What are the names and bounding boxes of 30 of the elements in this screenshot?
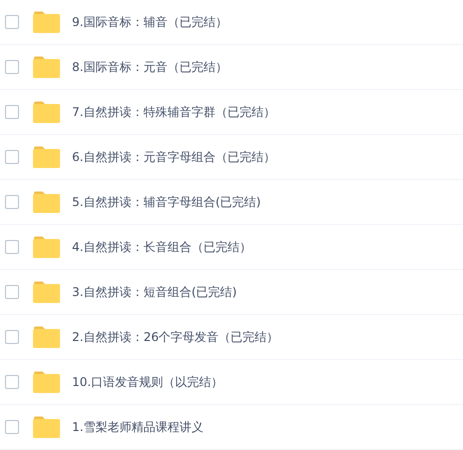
checkbox[interactable] [5,420,19,434]
folder-name[interactable]: 3.自然拼读：短音组合(已完结) [72,284,237,300]
folder-icon [33,371,60,393]
checkbox[interactable] [5,375,19,389]
folder-name[interactable]: 4.自然拼读：长音组合（已完结） [72,238,252,256]
folder-icon [33,236,60,258]
folder-icon [33,416,60,438]
checkbox[interactable] [5,150,19,164]
checkbox[interactable] [5,285,19,299]
folder-name[interactable]: 10.口语发音规则（以完结） [72,374,224,390]
folder-name[interactable]: 8.国际音标：元音（已完结） [72,58,228,76]
folder-name[interactable]: 9.国际音标：辅音（已完结） [72,14,228,30]
checkbox[interactable] [5,105,19,119]
folder-icon [33,146,60,168]
folder-icon [33,56,60,78]
checkbox[interactable] [5,195,19,209]
checkbox[interactable] [5,330,19,344]
folder-icon [33,326,60,348]
checkbox[interactable] [5,240,19,254]
folder-icon [33,11,60,33]
folder-icon [33,281,60,303]
folder-name[interactable]: 2.自然拼读：26个字母发音（已完结） [72,328,279,346]
checkbox[interactable] [5,60,19,74]
folder-name[interactable]: 6.自然拼读：元音字母组合（已完结） [72,148,276,166]
folder-name[interactable]: 1.雪梨老师精品课程讲义 [72,418,204,436]
checkbox[interactable] [5,15,19,29]
folder-icon [33,101,60,123]
folder-name[interactable]: 7.自然拼读：特殊辅音字群（已完结） [72,104,276,120]
folder-name[interactable]: 5.自然拼读：辅音字母组合(已完结) [72,194,261,210]
folder-icon [33,191,60,213]
